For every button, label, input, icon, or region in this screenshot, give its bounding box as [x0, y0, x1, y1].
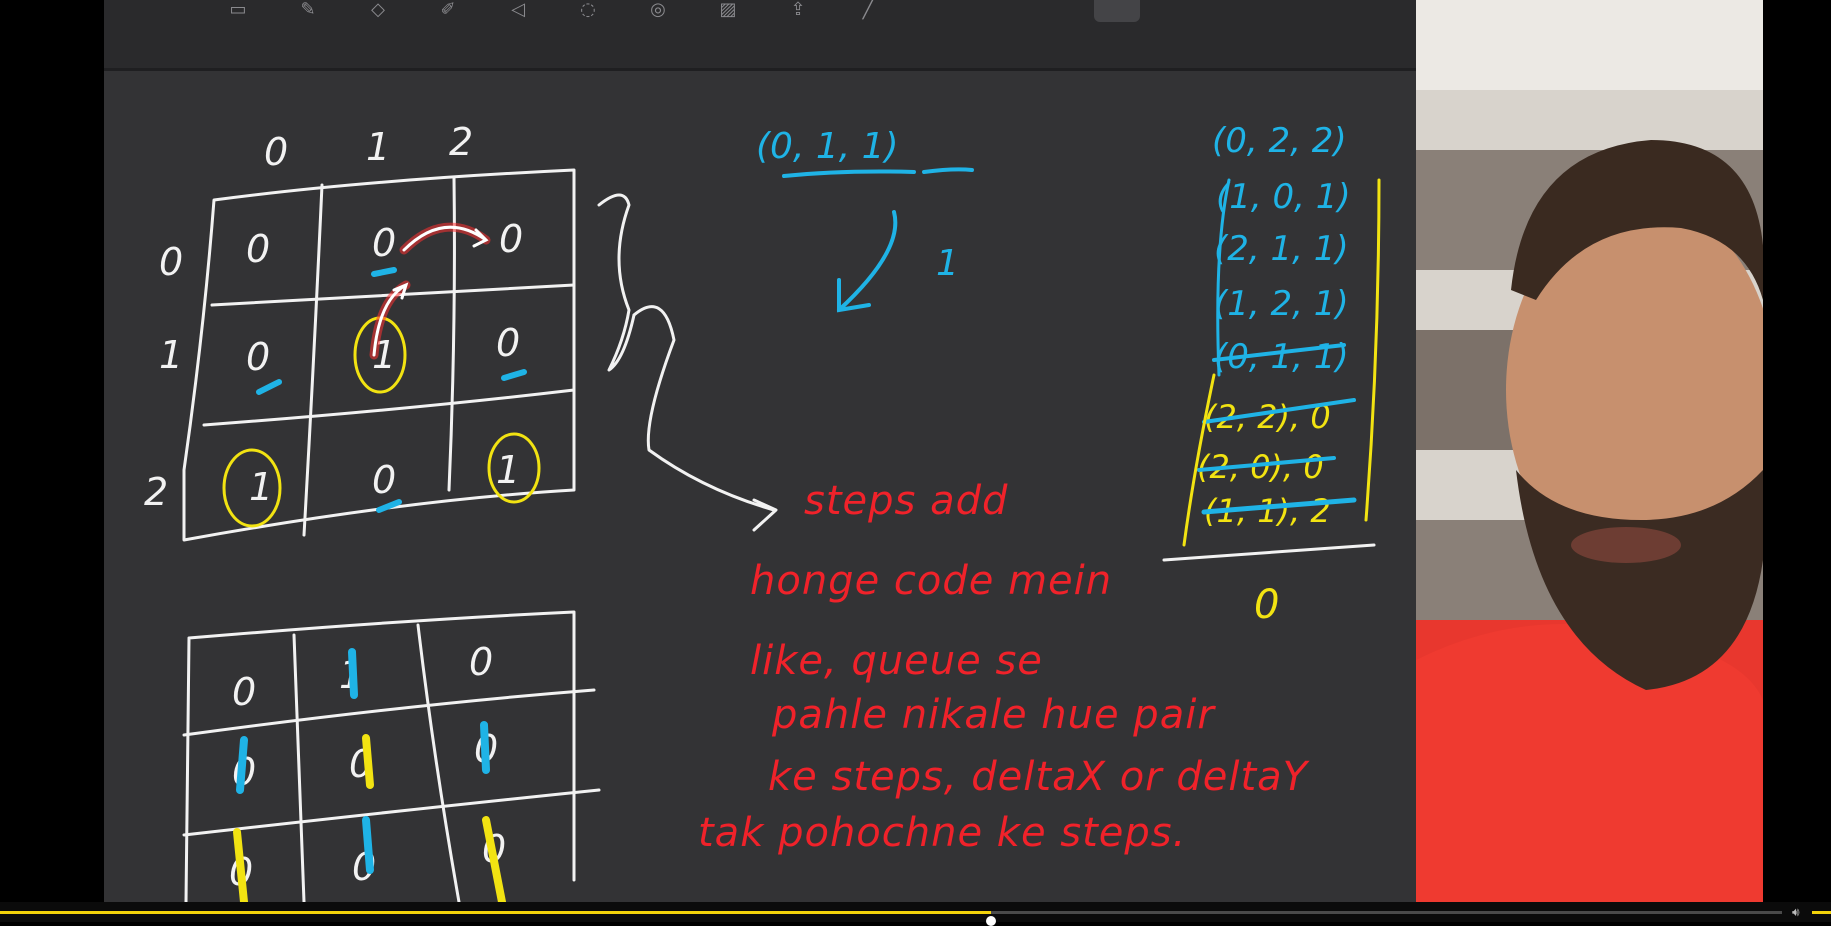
note-line-4: ke steps, deltaX or deltaY	[768, 754, 1309, 800]
blue-strike-1-0	[236, 736, 248, 794]
note-line-5: tak pohochne ke steps.	[698, 810, 1187, 856]
bottom-grid-vline-1	[292, 633, 306, 902]
presenter-webcam	[1416, 0, 1763, 902]
top-col-header-2: 2	[449, 120, 473, 164]
top-cell-0-1: 0	[372, 221, 396, 265]
presenter-image	[1416, 0, 1763, 902]
note-line-0: steps add	[804, 478, 1009, 524]
whiteboard-canvas[interactable]: ▭ ✎ ◇ ✐ ◁ ◌ ◎ ▨ ⇪ ╱ 0 1 2 0 1 2 0 0 0 0 …	[104, 0, 1416, 902]
queue-item-0: (1, 0, 1)	[1216, 177, 1351, 217]
top-grid-hline-2	[202, 388, 576, 427]
top-cell-2-2: 1	[496, 448, 520, 492]
tuple-underline	[782, 169, 916, 178]
queue-bottom-rule	[1162, 543, 1376, 562]
down-left-arrow	[837, 210, 898, 313]
top-col-header-1: 1	[366, 125, 390, 169]
queue-item-4: (2, 2), 0	[1204, 398, 1331, 436]
queue-result: 0	[1254, 582, 1279, 628]
blue-tick-1-2	[501, 369, 527, 381]
queue-item-1: (2, 1, 1)	[1214, 229, 1349, 269]
step-value: 1	[936, 243, 959, 284]
blue-strike-0-1	[348, 648, 358, 699]
queue-header: (0, 2, 2)	[1212, 121, 1347, 161]
note-line-3: pahle nikale hue pair	[772, 692, 1215, 738]
tuple-underline-2	[922, 167, 974, 174]
tuple-top: (0, 1, 1)	[756, 126, 899, 167]
top-cell-0-2: 0	[499, 217, 523, 261]
top-grid-vline-1	[302, 183, 324, 537]
note-line-2: like, queue se	[750, 638, 1043, 684]
queue-item-2: (1, 2, 1)	[1214, 284, 1349, 324]
bottom-grid-hline-2	[182, 788, 601, 837]
progress-fill	[0, 911, 991, 914]
top-row-header-0: 0	[159, 240, 183, 284]
top-row-header-2: 2	[144, 470, 168, 514]
note-line-1: honge code mein	[750, 558, 1113, 604]
brace-curve	[597, 193, 636, 372]
blue-strike-2-1	[362, 816, 374, 874]
volume-level[interactable]	[1812, 911, 1831, 914]
top-cell-1-2: 0	[496, 321, 520, 365]
top-cell-1-0: 0	[246, 335, 270, 379]
video-player-bar: 🔊︎	[0, 902, 1831, 926]
top-cell-2-0: 1	[249, 465, 273, 509]
blue-tick-0-1	[371, 267, 397, 277]
blue-tick-1-0	[256, 379, 282, 395]
top-cell-0-0: 0	[246, 227, 270, 271]
top-cell-2-1: 0	[372, 458, 396, 502]
progress-thumb[interactable]	[985, 916, 996, 926]
top-col-header-0: 0	[264, 130, 288, 174]
volume-icon[interactable]: 🔊︎	[1792, 905, 1808, 919]
bottom-cell-0-2: 0	[469, 640, 493, 684]
blue-tick-2-1	[376, 499, 402, 513]
top-row-header-1: 1	[159, 333, 183, 377]
video-frame: ▭ ✎ ◇ ✐ ◁ ◌ ◎ ▨ ⇪ ╱ 0 1 2 0 1 2 0 0 0 0 …	[0, 0, 1831, 926]
bottom-cell-0-0: 0	[232, 670, 256, 714]
yellow-strike-1-1	[362, 734, 374, 789]
blue-strike-1-2	[480, 721, 490, 774]
arrow-to-note	[632, 305, 778, 532]
bottom-grid-vline-2	[416, 623, 461, 902]
progress-track[interactable]	[0, 911, 1782, 926]
